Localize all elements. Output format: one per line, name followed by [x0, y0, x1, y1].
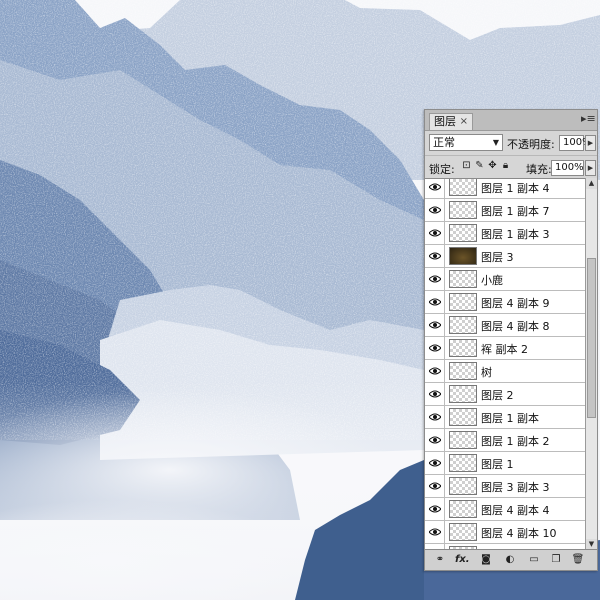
lock-all-icon[interactable]: 🔒︎ [500, 160, 511, 171]
layer-name[interactable]: 小鹿 [481, 272, 503, 288]
panel-tabbar: 图层 × ▸≡ [425, 110, 597, 131]
layer-thumbnail[interactable] [449, 339, 477, 357]
layer-thumbnail[interactable] [449, 454, 477, 472]
layer-name[interactable]: 树 [481, 364, 492, 380]
visibility-eye-icon[interactable] [425, 498, 445, 520]
layer-thumbnail[interactable] [449, 385, 477, 403]
layer-row[interactable]: 图层 4 副本 4 [425, 498, 585, 521]
layer-row[interactable]: 图层 1 副本 3 [425, 222, 585, 245]
layer-thumbnail[interactable] [449, 500, 477, 518]
scroll-up-icon[interactable]: ▲ [586, 178, 597, 189]
layer-name[interactable]: 图层 1 副本 3 [481, 226, 550, 242]
tab-layers[interactable]: 图层 × [429, 113, 473, 130]
visibility-eye-icon[interactable] [425, 314, 445, 336]
fill-slider-button[interactable]: ▶ [585, 160, 596, 176]
layer-row[interactable]: 裈 副本 2 [425, 337, 585, 360]
layer-row[interactable]: 图层 1 副本 2 [425, 429, 585, 452]
layer-name[interactable]: 裈 副本 2 [481, 341, 528, 357]
layer-thumbnail[interactable] [449, 477, 477, 495]
layer-name[interactable]: 图层 2 [481, 387, 514, 403]
layer-row[interactable]: 图层 2 [425, 383, 585, 406]
layer-name[interactable]: 图层 1 [481, 456, 514, 472]
layer-row[interactable]: 图层 4 副本 10 [425, 521, 585, 544]
tab-close-icon[interactable]: × [460, 114, 468, 130]
new-layer-icon[interactable]: ❐ [549, 553, 563, 567]
layer-row[interactable]: 图层 4 副本 8 [425, 314, 585, 337]
layer-thumbnail[interactable] [449, 270, 477, 288]
visibility-eye-icon[interactable] [425, 222, 445, 244]
layer-thumbnail[interactable] [449, 293, 477, 311]
layer-thumbnail[interactable] [449, 201, 477, 219]
layer-row[interactable]: 树 [425, 360, 585, 383]
visibility-eye-icon[interactable] [425, 521, 445, 543]
layer-row[interactable]: 图层 3 [425, 245, 585, 268]
layer-thumbnail[interactable] [449, 247, 477, 265]
blend-mode-value: 正常 [433, 136, 455, 149]
layers-panel: 图层 × ▸≡ 正常 ▼ 不透明度: 100% ▶ 锁定: ⊡ ✎ ✥ 🔒︎ 填… [424, 109, 598, 571]
fill-input[interactable]: 100% [551, 160, 584, 176]
opacity-slider-button[interactable]: ▶ [585, 135, 596, 151]
visibility-eye-icon[interactable] [425, 268, 445, 290]
panel-bottom-bar: ⚭ fx. ◙ ◐ ▭ ❐ 🗑︎ [425, 549, 597, 570]
layer-thumbnail[interactable] [449, 316, 477, 334]
layer-name[interactable]: 图层 4 副本 8 [481, 318, 550, 334]
layer-name[interactable]: 图层 1 副本 2 [481, 433, 550, 449]
scrollbar-thumb[interactable] [587, 258, 596, 418]
layer-row[interactable]: 小鹿 [425, 268, 585, 291]
fx-icon[interactable]: fx. [455, 553, 470, 567]
layer-thumbnail[interactable] [449, 431, 477, 449]
layer-name[interactable]: 图层 4 副本 9 [481, 295, 550, 311]
adjustment-icon[interactable]: ◐ [503, 553, 517, 567]
layer-list: 图层 1 副本 4 图层 1 副本 7 图层 1 副本 3 图层 3 小鹿图层 4 副本… [425, 178, 585, 551]
fill-label: 填充: [526, 163, 552, 176]
fill-value: 100% [555, 162, 584, 173]
visibility-eye-icon[interactable] [425, 383, 445, 405]
lock-fill-row: 锁定: ⊡ ✎ ✥ 🔒︎ 填充: 100% ▶ [425, 155, 597, 178]
layer-row[interactable]: 图层 3 副本 3 [425, 475, 585, 498]
visibility-eye-icon[interactable] [425, 291, 445, 313]
layer-list-scrollbar[interactable]: ▲ ▼ [585, 178, 597, 550]
blend-opacity-row: 正常 ▼ 不透明度: 100% ▶ [425, 132, 597, 154]
visibility-eye-icon[interactable] [425, 452, 445, 474]
layer-row[interactable]: 图层 1 副本 4 [425, 179, 585, 199]
visibility-eye-icon[interactable] [425, 199, 445, 221]
layer-row[interactable]: 图层 1 [425, 452, 585, 475]
lock-paint-icon[interactable]: ✎ [474, 160, 485, 171]
layer-name[interactable]: 图层 1 副本 4 [481, 180, 550, 196]
blend-mode-select[interactable]: 正常 ▼ [429, 134, 503, 151]
visibility-eye-icon[interactable] [425, 245, 445, 267]
panel-menu-icon[interactable]: ▸≡ [581, 113, 596, 125]
lock-transparent-icon[interactable]: ⊡ [461, 160, 472, 171]
layer-thumbnail[interactable] [449, 523, 477, 541]
layer-name[interactable]: 图层 4 副本 10 [481, 525, 557, 541]
visibility-eye-icon[interactable] [425, 406, 445, 428]
chevron-down-icon: ▼ [492, 138, 499, 147]
layer-name[interactable]: 图层 3 [481, 249, 514, 265]
layer-name[interactable]: 图层 1 副本 7 [481, 203, 550, 219]
visibility-eye-icon[interactable] [425, 179, 445, 198]
layer-name[interactable]: 图层 1 副本 [481, 410, 539, 426]
layer-thumbnail[interactable] [449, 179, 477, 196]
layer-row[interactable]: 图层 1 副本 7 [425, 199, 585, 222]
layer-name[interactable]: 图层 4 副本 4 [481, 502, 550, 518]
opacity-label: 不透明度: [507, 138, 555, 151]
mask-icon[interactable]: ◙ [479, 553, 493, 567]
visibility-eye-icon[interactable] [425, 337, 445, 359]
lock-label: 锁定: [429, 163, 455, 176]
layer-thumbnail[interactable] [449, 362, 477, 380]
trash-icon[interactable]: 🗑︎ [571, 553, 585, 567]
visibility-eye-icon[interactable] [425, 360, 445, 382]
layer-name[interactable]: 图层 3 副本 3 [481, 479, 550, 495]
lock-position-icon[interactable]: ✥ [487, 160, 498, 171]
link-icon[interactable]: ⚭ [433, 553, 447, 567]
visibility-eye-icon[interactable] [425, 475, 445, 497]
layer-thumbnail[interactable] [449, 408, 477, 426]
layer-row[interactable]: 图层 4 副本 9 [425, 291, 585, 314]
layer-thumbnail[interactable] [449, 224, 477, 242]
visibility-eye-icon[interactable] [425, 429, 445, 451]
opacity-input[interactable]: 100% [559, 135, 592, 151]
group-folder-icon[interactable]: ▭ [527, 553, 541, 567]
layer-row[interactable]: 图层 1 副本 [425, 406, 585, 429]
tab-layers-label: 图层 [434, 115, 456, 128]
